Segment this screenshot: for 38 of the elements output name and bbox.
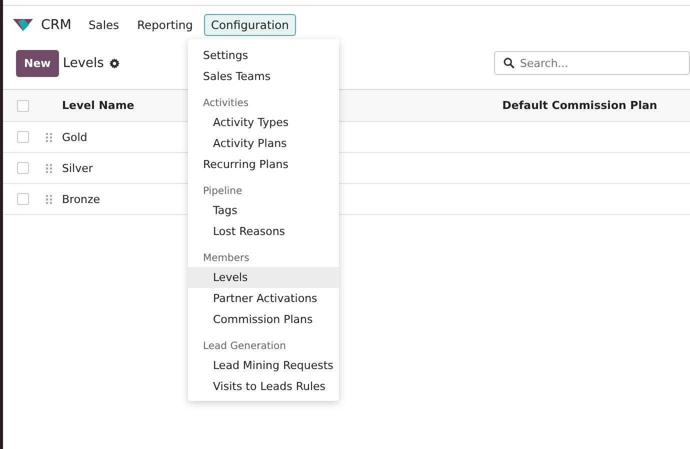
menu-item[interactable]: Activity Types <box>188 112 339 133</box>
menu-item[interactable]: Tags <box>188 200 339 221</box>
search-field[interactable]: Search... <box>494 51 690 75</box>
menu-item[interactable]: Partner Activations <box>188 288 339 309</box>
menu-item[interactable]: Levels <box>188 267 339 288</box>
table-cell: Bronze <box>62 192 100 206</box>
table-cell: Silver <box>62 162 93 174</box>
menu-item[interactable]: Sales Teams <box>188 66 339 87</box>
drag-handle-icon[interactable] <box>46 132 52 142</box>
row-checkbox[interactable] <box>17 193 29 205</box>
menu-item[interactable]: Activity Plans <box>188 133 339 154</box>
drag-handle-icon[interactable] <box>46 194 52 204</box>
page-title: Levels <box>62 56 104 70</box>
drag-handle-icon[interactable] <box>46 163 52 173</box>
new-button[interactable]: New <box>16 50 59 76</box>
table-cell: Gold <box>62 130 88 144</box>
row-checkbox[interactable] <box>17 131 29 143</box>
search-icon <box>503 57 515 69</box>
menu-item[interactable]: Settings <box>188 45 339 66</box>
app-logo-icon[interactable] <box>13 18 33 32</box>
menu-item[interactable]: Commission Plans <box>188 309 339 330</box>
menu-item[interactable]: Sales <box>81 14 126 36</box>
menu-section-header: Members <box>202 252 250 266</box>
menu-section-header: Pipeline <box>202 185 244 199</box>
app-name[interactable]: CRM <box>41 16 72 32</box>
menu-item[interactable]: Recurring Plans <box>188 154 339 175</box>
menu-section-header: Activities <box>202 97 250 111</box>
column-header[interactable]: Level Name <box>62 99 134 112</box>
settings-icon[interactable] <box>108 58 120 68</box>
menu-section-header: Lead Generation <box>202 340 287 354</box>
column-header[interactable]: Default Commission Plan <box>502 99 658 112</box>
row-checkbox[interactable] <box>17 100 29 112</box>
menu-item[interactable]: Lost Reasons <box>188 221 339 242</box>
menu-item[interactable]: Configuration <box>204 14 296 36</box>
menu-item[interactable]: Lead Mining Requests <box>188 355 339 376</box>
menu-item[interactable]: Visits to Leads Rules <box>188 376 339 397</box>
row-checkbox[interactable] <box>17 162 29 174</box>
menu-item[interactable]: Reporting <box>130 14 200 36</box>
